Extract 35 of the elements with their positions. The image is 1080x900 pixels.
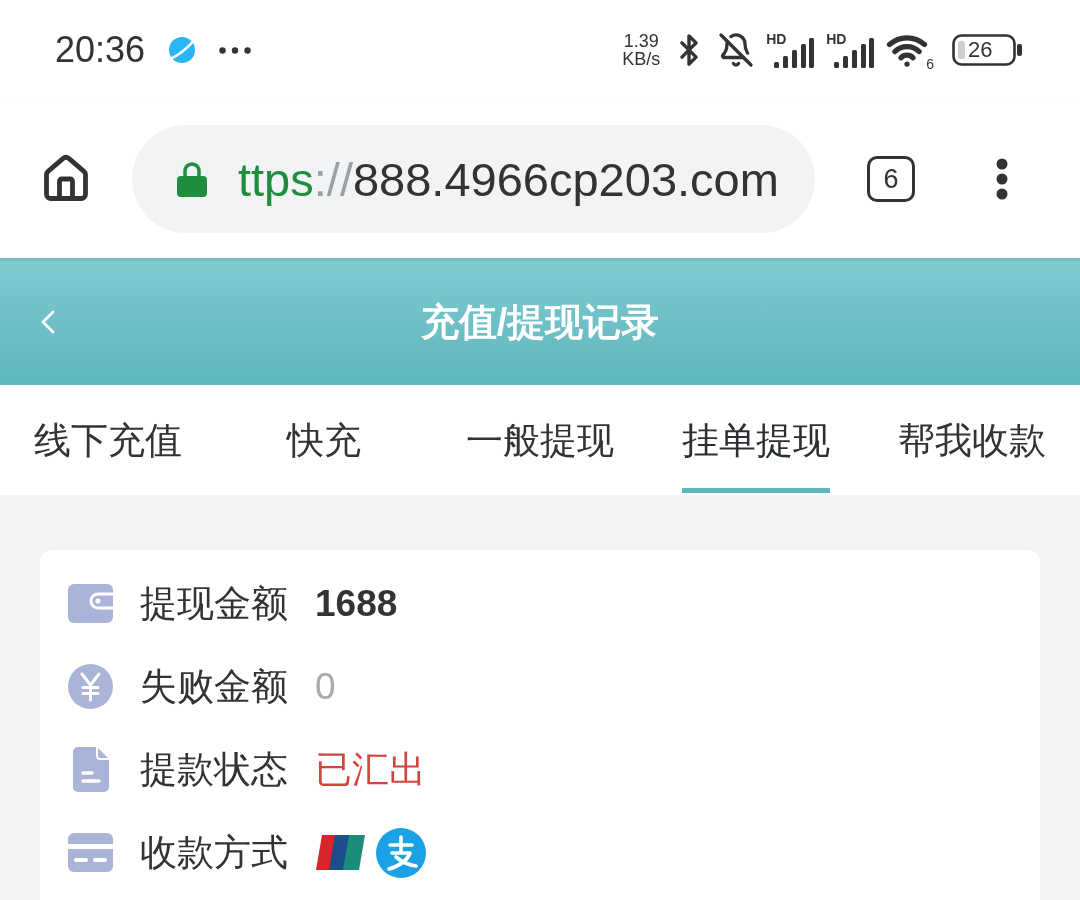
more-dots-icon [219, 46, 252, 54]
tab[interactable]: 线下充值 [34, 385, 182, 495]
tab[interactable]: 挂单提现 [682, 385, 830, 495]
address-bar[interactable]: ttps://888.4966cp203.com [132, 125, 815, 233]
page-title: 充值/提现记录 [420, 302, 660, 341]
menu-button[interactable] [995, 157, 1009, 201]
globe-app-icon [167, 35, 198, 65]
wallet-icon [68, 584, 113, 623]
tab[interactable]: 帮我收款 [898, 385, 1046, 495]
field-label: 提款状态 [140, 751, 288, 788]
wifi-standard-label: 6 [926, 57, 934, 71]
field-label: 失败金额 [140, 668, 288, 705]
network-speed-value: 1.39 [623, 32, 659, 50]
failed-amount: 0 [315, 668, 336, 705]
tab[interactable]: 快充 [287, 385, 361, 495]
field-label: 收款方式 [140, 834, 288, 871]
withdrawal-amount: 1688 [315, 585, 398, 622]
status-time: 20:36 [55, 32, 146, 68]
bell-slash-icon [718, 32, 755, 68]
bank-card-logo-icon [315, 835, 365, 870]
lock-icon [177, 161, 207, 197]
card-icon [68, 833, 113, 872]
payment-app-logo-icon [376, 827, 426, 878]
battery-icon [952, 34, 1022, 66]
document-icon [72, 747, 109, 792]
status-text: 已汇出 [315, 751, 426, 788]
tab-switcher-button[interactable]: 6 [867, 156, 915, 202]
network-type-label: HD [766, 32, 787, 46]
battery-percent: 26 [968, 39, 993, 61]
yen-icon [68, 664, 113, 709]
tab[interactable]: 一般提现 [466, 385, 614, 495]
network-type-label: HD [826, 32, 847, 46]
kebab-menu-icon [996, 158, 1008, 200]
network-speed-unit: KB/s [622, 50, 661, 68]
field-label: 提现金额 [140, 585, 288, 622]
